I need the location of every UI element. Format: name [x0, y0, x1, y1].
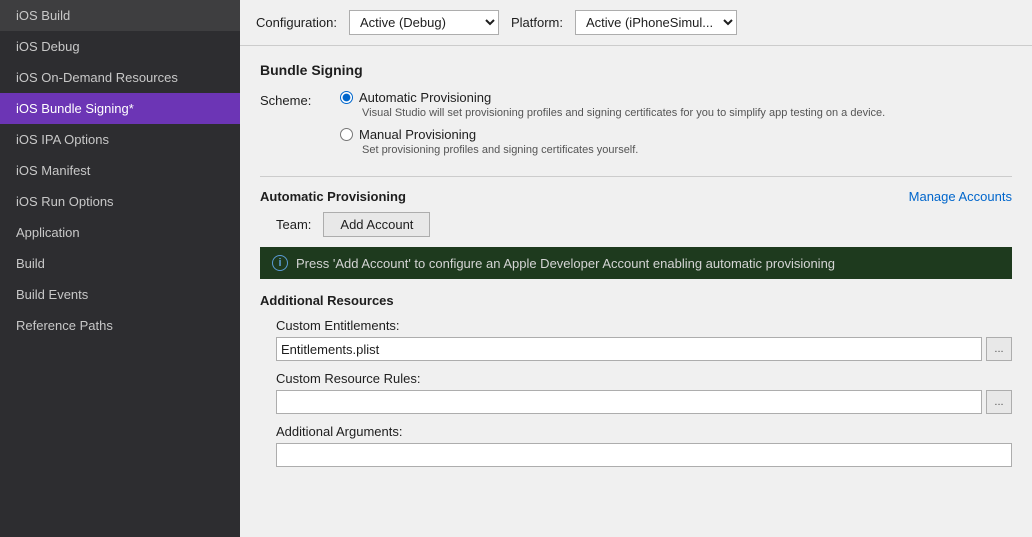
- custom-resource-rules-input-row: ...: [276, 390, 1012, 414]
- sidebar-item-application[interactable]: Application: [0, 217, 240, 248]
- automatic-provisioning-row: Automatic Provisioning: [340, 90, 1012, 105]
- additional-arguments-label: Additional Arguments:: [276, 424, 1012, 439]
- team-row: Team: Add Account: [276, 212, 1012, 237]
- add-account-button[interactable]: Add Account: [323, 212, 430, 237]
- custom-entitlements-input[interactable]: [276, 337, 982, 361]
- custom-entitlements-browse-button[interactable]: ...: [986, 337, 1012, 361]
- auto-prov-title: Automatic Provisioning: [260, 189, 406, 204]
- manual-provisioning-desc: Set provisioning profiles and signing ce…: [362, 144, 1012, 156]
- sidebar-item-ios-bundle-signing[interactable]: iOS Bundle Signing*: [0, 93, 240, 124]
- team-label: Team:: [276, 217, 311, 232]
- custom-resource-rules-browse-button[interactable]: ...: [986, 390, 1012, 414]
- custom-entitlements-input-row: ...: [276, 337, 1012, 361]
- sidebar: iOS Build iOS Debug iOS On-Demand Resour…: [0, 0, 240, 537]
- manual-provisioning-radio[interactable]: [340, 128, 353, 141]
- automatic-provisioning-desc: Visual Studio will set provisioning prof…: [362, 107, 1012, 119]
- platform-select[interactable]: Active (iPhoneSimul...: [575, 10, 737, 35]
- scheme-label: Scheme:: [260, 90, 340, 108]
- custom-resource-rules-label: Custom Resource Rules:: [276, 371, 1012, 386]
- sidebar-item-ios-build[interactable]: iOS Build: [0, 0, 240, 31]
- manual-provisioning-label: Manual Provisioning: [359, 127, 476, 142]
- info-bar: i Press 'Add Account' to configure an Ap…: [260, 247, 1012, 279]
- sidebar-item-ios-ondemand[interactable]: iOS On-Demand Resources: [0, 62, 240, 93]
- platform-label: Platform:: [511, 15, 563, 30]
- main-content: Configuration: Active (Debug) Platform: …: [240, 0, 1032, 537]
- additional-arguments-input[interactable]: [276, 443, 1012, 467]
- sidebar-item-build-events[interactable]: Build Events: [0, 279, 240, 310]
- configuration-label: Configuration:: [256, 15, 337, 30]
- info-icon: i: [272, 255, 288, 271]
- sidebar-item-ios-ipa-options[interactable]: iOS IPA Options: [0, 124, 240, 155]
- toolbar: Configuration: Active (Debug) Platform: …: [240, 0, 1032, 46]
- additional-arguments-input-row: [276, 443, 1012, 467]
- automatic-provisioning-radio[interactable]: [340, 91, 353, 104]
- info-message: Press 'Add Account' to configure an Appl…: [296, 256, 835, 271]
- custom-resource-rules-input[interactable]: [276, 390, 982, 414]
- sidebar-item-ios-debug[interactable]: iOS Debug: [0, 31, 240, 62]
- additional-resources-title: Additional Resources: [260, 293, 1012, 308]
- bundle-signing-title: Bundle Signing: [260, 62, 1012, 78]
- auto-prov-header: Automatic Provisioning Manage Accounts: [260, 189, 1012, 204]
- custom-entitlements-label: Custom Entitlements:: [276, 318, 1012, 333]
- sidebar-item-ios-manifest[interactable]: iOS Manifest: [0, 155, 240, 186]
- sidebar-item-build[interactable]: Build: [0, 248, 240, 279]
- sidebar-item-ios-run-options[interactable]: iOS Run Options: [0, 186, 240, 217]
- custom-entitlements-row: Custom Entitlements: ...: [276, 318, 1012, 361]
- scheme-controls: Automatic Provisioning Visual Studio wil…: [340, 90, 1012, 164]
- additional-arguments-row: Additional Arguments:: [276, 424, 1012, 467]
- content-area: Bundle Signing Scheme: Automatic Provisi…: [240, 46, 1032, 537]
- sidebar-item-reference-paths[interactable]: Reference Paths: [0, 310, 240, 341]
- scheme-row: Scheme: Automatic Provisioning Visual St…: [260, 90, 1012, 164]
- configuration-select[interactable]: Active (Debug): [349, 10, 499, 35]
- divider-1: [260, 176, 1012, 177]
- manual-provisioning-row: Manual Provisioning: [340, 127, 1012, 142]
- manage-accounts-link[interactable]: Manage Accounts: [909, 189, 1012, 204]
- automatic-provisioning-label: Automatic Provisioning: [359, 90, 491, 105]
- custom-resource-rules-row: Custom Resource Rules: ...: [276, 371, 1012, 414]
